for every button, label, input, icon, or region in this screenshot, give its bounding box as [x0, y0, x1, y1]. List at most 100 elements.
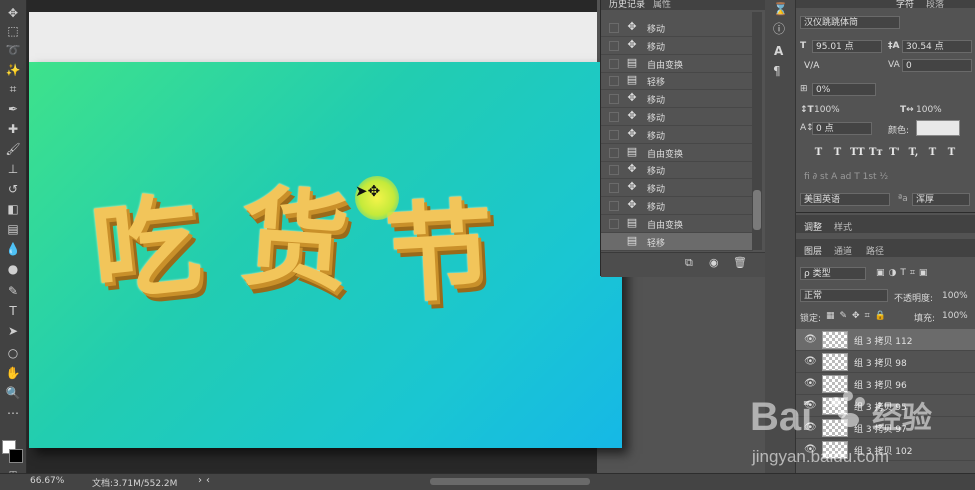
history-source-checkbox[interactable]	[609, 165, 619, 176]
history-item[interactable]: ✥ 移动	[601, 37, 753, 55]
antialias-select[interactable]: 浑厚	[912, 193, 970, 206]
magic-wand-tool-icon[interactable]: ✨	[3, 61, 23, 79]
dodge-tool-icon[interactable]: ●	[3, 260, 23, 278]
history-item[interactable]: ▤ 自由变换	[601, 144, 753, 162]
kerning-field[interactable]: V/A	[800, 59, 880, 72]
move-tool-icon[interactable]: ✥	[3, 4, 23, 22]
scroll-left-icon[interactable]: ‹	[206, 475, 210, 486]
lasso-tool-icon[interactable]: ➰	[3, 41, 23, 59]
color-swatch[interactable]	[916, 120, 960, 136]
properties-panel-icon[interactable]: ⓘ	[773, 20, 785, 37]
pen-tool-icon[interactable]: ✎	[3, 282, 23, 300]
opacity-field[interactable]: 100%	[942, 291, 968, 301]
zoom-level[interactable]: 66.67%	[30, 476, 64, 486]
history-scroll-thumb[interactable]	[753, 190, 761, 230]
history-item[interactable]: ✥ 移动	[601, 197, 753, 215]
history-source-checkbox[interactable]	[609, 76, 619, 87]
eraser-tool-icon[interactable]: ◧	[3, 200, 23, 218]
more-tools-icon[interactable]: ⋯	[3, 404, 23, 422]
history-source-checkbox[interactable]	[609, 218, 619, 229]
stamp-tool-icon[interactable]: ⊥	[3, 160, 23, 178]
history-item[interactable]: ✥ 移动	[601, 126, 753, 144]
background-color-swatch[interactable]	[9, 449, 23, 463]
type-style-button[interactable]: Tт	[869, 146, 883, 159]
tab-paths[interactable]: 路径	[866, 244, 884, 257]
eye-icon[interactable]: 👁	[804, 356, 817, 367]
hand-tool-icon[interactable]: ✋	[3, 364, 23, 382]
tab-adjustments[interactable]: 调整	[804, 220, 822, 233]
history-source-checkbox[interactable]	[609, 94, 619, 105]
language-select[interactable]: 美国英语	[800, 193, 890, 206]
type-style-button[interactable]: T	[926, 146, 939, 159]
character-panel-icon[interactable]: A	[774, 44, 783, 58]
horizontal-scrollbar[interactable]	[430, 478, 590, 485]
horizontal-scale-field[interactable]: 100%	[916, 105, 942, 115]
status-menu-arrow-icon[interactable]: ›	[198, 475, 202, 486]
history-item[interactable]: ✥ 移动	[601, 90, 753, 109]
leading-field[interactable]: 30.54 点	[902, 40, 972, 53]
layer-row[interactable]: 👁 组 3 拷贝 112	[796, 329, 975, 351]
history-item[interactable]: ▤ 自由变换	[601, 55, 753, 73]
crop-tool-icon[interactable]: ⌗	[3, 80, 23, 98]
type-style-button[interactable]: T'	[888, 146, 901, 159]
gradient-tool-icon[interactable]: ▤	[3, 220, 23, 238]
history-source-checkbox[interactable]	[609, 183, 619, 194]
paragraph-panel-icon[interactable]: ¶	[773, 64, 781, 78]
font-size-field[interactable]: 95.01 点	[812, 40, 882, 53]
history-item[interactable]: ✥ 移动	[601, 19, 753, 37]
history-source-checkbox[interactable]	[609, 236, 619, 247]
blur-tool-icon[interactable]: 💧	[3, 240, 23, 258]
type-style-button[interactable]: T,	[907, 146, 920, 159]
history-item[interactable]: ▤ 轻移	[601, 72, 753, 91]
type-tool-icon[interactable]: T	[3, 302, 23, 320]
history-panel-icon[interactable]: ⌛	[773, 2, 788, 16]
layer-filter-select[interactable]: ρ 类型	[800, 267, 866, 280]
history-source-checkbox[interactable]	[609, 23, 619, 33]
history-item[interactable]: ✥ 移动	[601, 179, 753, 198]
tab-styles[interactable]: 样式	[834, 220, 852, 233]
type-style-button[interactable]: T	[945, 146, 958, 159]
path-select-tool-icon[interactable]: ➤	[3, 322, 23, 340]
type-style-button[interactable]: T	[812, 146, 825, 159]
tab-channels[interactable]: 通道	[834, 244, 852, 257]
healing-tool-icon[interactable]: ✚	[3, 120, 23, 138]
trash-icon[interactable]: 🗑	[733, 256, 747, 269]
document-canvas[interactable]: 吃 货 节	[29, 62, 622, 448]
snapshot-icon[interactable]: ◉	[709, 256, 719, 269]
lock-icons[interactable]: ▦✎✥⌗🔒	[826, 311, 891, 321]
history-source-checkbox[interactable]	[609, 129, 619, 140]
tab-paragraph[interactable]: 段落	[926, 0, 944, 10]
baseline-shift-field[interactable]: 0 点	[812, 122, 872, 135]
vertical-scale-field[interactable]: 100%	[814, 105, 840, 115]
history-item[interactable]: ✥ 移动	[601, 161, 753, 180]
history-source-checkbox[interactable]	[609, 147, 619, 158]
layer-filter-icons[interactable]: ▣◑T⌗▣	[876, 268, 931, 278]
eyedropper-tool-icon[interactable]: ✒	[3, 100, 23, 118]
zoom-tool-icon[interactable]: 🔍	[3, 384, 23, 402]
font-family-select[interactable]: 汉仪跳跳体简	[800, 16, 900, 29]
history-item[interactable]: ✥ 移动	[601, 108, 753, 126]
brush-tool-icon[interactable]: 🖌	[3, 140, 23, 158]
marquee-tool-icon[interactable]: ⬚	[3, 22, 23, 40]
type-style-button[interactable]: T	[831, 146, 844, 159]
history-source-checkbox[interactable]	[609, 58, 619, 69]
tracking-field[interactable]: 0	[902, 59, 972, 72]
history-brush-tool-icon[interactable]: ↺	[3, 180, 23, 198]
shape-tool-icon[interactable]: ○	[3, 344, 23, 362]
tab-character[interactable]: 字符	[896, 0, 914, 10]
history-source-checkbox[interactable]	[609, 201, 619, 211]
history-item[interactable]: ▤ 自由变换	[601, 215, 753, 233]
blend-mode-select[interactable]: 正常	[800, 289, 888, 302]
history-item[interactable]: ▤ 轻移	[601, 232, 753, 251]
type-style-button[interactable]: TT	[850, 146, 865, 159]
history-source-checkbox[interactable]	[609, 40, 619, 51]
tab-history[interactable]: 历史记录	[609, 0, 645, 10]
layer-row[interactable]: 👁 组 3 拷贝 98	[796, 351, 975, 373]
history-source-checkbox[interactable]	[609, 112, 619, 122]
eye-icon[interactable]: 👁	[804, 334, 817, 345]
new-document-from-state-icon[interactable]: ⧉	[685, 256, 693, 270]
tab-properties[interactable]: 属性	[653, 0, 671, 10]
tab-layers[interactable]: 图层	[804, 244, 822, 257]
fill-field[interactable]: 100%	[942, 311, 968, 321]
tsume-field[interactable]: 0%	[812, 83, 876, 96]
